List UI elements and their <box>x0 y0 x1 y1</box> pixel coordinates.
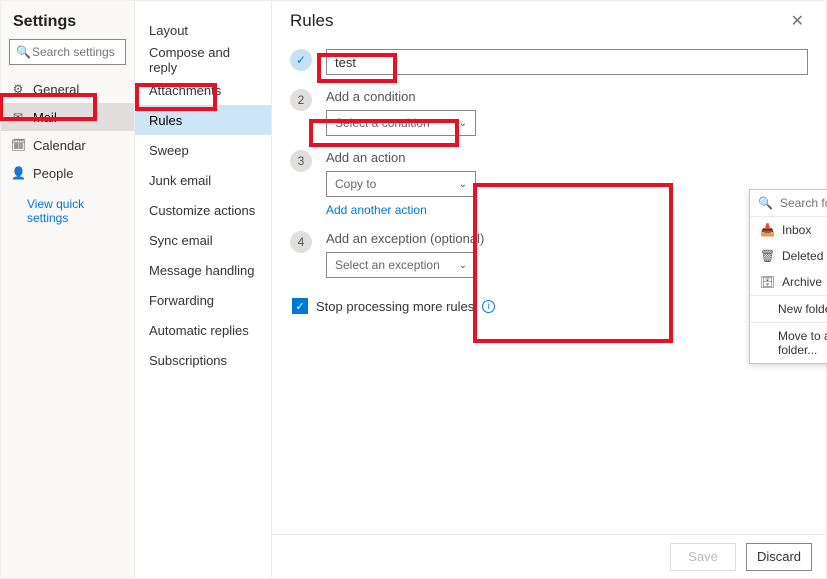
step-4-indicator: 4 <box>290 231 312 253</box>
discard-button[interactable]: Discard <box>746 543 812 571</box>
step-2-label: Add a condition <box>326 89 808 104</box>
sub-item-sweep[interactable]: Sweep <box>135 135 271 165</box>
rules-title: Rules <box>290 11 333 31</box>
dialog-footer: Save Discard <box>272 534 826 578</box>
step-3-indicator: 3 <box>290 150 312 172</box>
nav-item-general[interactable]: ⚙ General <box>1 75 134 103</box>
rules-editor: Rules ✕ ✓ 2 Add a condition Select a con… <box>272 1 826 578</box>
sub-item-rules[interactable]: Rules <box>135 105 271 135</box>
folder-label: Deleted Items <box>782 249 827 263</box>
exception-select[interactable]: Select an exception ⌄ <box>326 252 476 278</box>
sub-item-attachments[interactable]: Attachments <box>135 75 271 105</box>
chevron-down-icon: ⌄ <box>459 260 467 271</box>
search-icon: 🔍 <box>16 45 30 59</box>
step-4-label: Add an exception (optional) <box>326 231 808 246</box>
folder-item-new-folder[interactable]: New folder <box>750 296 827 322</box>
folder-label: New folder <box>778 302 827 316</box>
chevron-down-icon: ⌄ <box>459 118 467 129</box>
condition-select[interactable]: Select a condition ⌄ <box>326 110 476 136</box>
folder-label: Archive <box>782 275 822 289</box>
save-button[interactable]: Save <box>670 543 736 571</box>
inbox-icon: 📥 <box>760 223 774 237</box>
step-3-label: Add an action <box>326 150 808 165</box>
folder-picker-popover: 🔍 📥 Inbox 🗑 Deleted Items 🗄 Archive New … <box>749 189 827 364</box>
stop-processing-checkbox[interactable]: ✓ <box>292 298 308 314</box>
chevron-down-icon: ⌄ <box>459 179 467 190</box>
search-icon: 🔍 <box>758 196 772 210</box>
sub-item-junk[interactable]: Junk email <box>135 165 271 195</box>
nav-label: People <box>33 166 73 181</box>
people-icon: 👤 <box>11 166 25 180</box>
sub-item-autoreplies[interactable]: Automatic replies <box>135 315 271 345</box>
nav-label: Mail <box>33 110 57 125</box>
action-select-value: Copy to <box>335 177 376 191</box>
nav-item-calendar[interactable]: 🗓 Calendar <box>1 131 134 159</box>
calendar-icon: 🗓 <box>11 138 25 152</box>
sub-item-message-handling[interactable]: Message handling <box>135 255 271 285</box>
step-1-indicator: ✓ <box>290 49 312 71</box>
folder-item-archive[interactable]: 🗄 Archive <box>750 269 827 295</box>
condition-select-value: Select a condition <box>335 116 430 130</box>
settings-search-input[interactable] <box>30 44 119 60</box>
stop-processing-label: Stop processing more rules <box>316 299 474 314</box>
view-quick-settings-link[interactable]: View quick settings <box>1 187 134 225</box>
folder-label: Inbox <box>782 223 811 237</box>
mail-icon: ✉ <box>11 110 25 124</box>
archive-icon: 🗄 <box>760 275 774 289</box>
folder-item-deleted[interactable]: 🗑 Deleted Items <box>750 243 827 269</box>
sub-item-layout[interactable]: Layout <box>135 15 271 45</box>
info-icon[interactable]: i <box>482 300 495 313</box>
sub-item-compose[interactable]: Compose and reply <box>135 45 271 75</box>
check-icon: ✓ <box>296 53 306 67</box>
sub-item-customize[interactable]: Customize actions <box>135 195 271 225</box>
add-another-action-link[interactable]: Add another action <box>326 203 427 217</box>
nav-label: Calendar <box>33 138 86 153</box>
settings-title: Settings <box>1 7 134 39</box>
folder-item-move-other[interactable]: Move to a different folder... <box>750 323 827 363</box>
nav-label: General <box>33 82 79 97</box>
step-2-indicator: 2 <box>290 89 312 111</box>
action-select[interactable]: Copy to ⌄ <box>326 171 476 197</box>
sub-item-forwarding[interactable]: Forwarding <box>135 285 271 315</box>
gear-icon: ⚙ <box>11 82 25 96</box>
folder-item-inbox[interactable]: 📥 Inbox <box>750 217 827 243</box>
trash-icon: 🗑 <box>760 249 774 263</box>
settings-sidebar: Settings 🔍 ⚙ General ✉ Mail 🗓 Calendar 👤… <box>1 1 135 578</box>
close-button[interactable]: ✕ <box>791 11 804 31</box>
nav-item-mail[interactable]: ✉ Mail <box>1 103 134 131</box>
exception-select-value: Select an exception <box>335 258 440 272</box>
sub-item-subscriptions[interactable]: Subscriptions <box>135 345 271 375</box>
folder-search-input[interactable] <box>778 195 827 211</box>
nav-item-people[interactable]: 👤 People <box>1 159 134 187</box>
sub-item-sync[interactable]: Sync email <box>135 225 271 255</box>
settings-search[interactable]: 🔍 <box>9 39 126 65</box>
rule-name-input[interactable] <box>326 49 808 75</box>
folder-label: Move to a different folder... <box>778 329 827 357</box>
folder-search[interactable]: 🔍 <box>750 190 827 217</box>
mail-settings-list: Layout Compose and reply Attachments Rul… <box>135 1 272 578</box>
